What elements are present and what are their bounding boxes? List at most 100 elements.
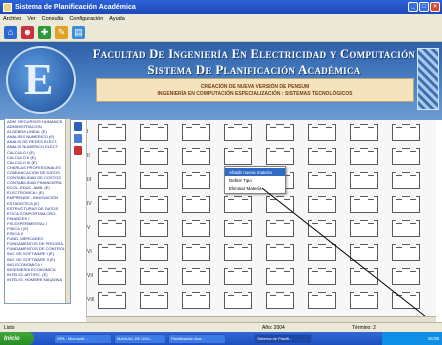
subject-slot[interactable] <box>224 268 252 285</box>
planning-grid <box>86 120 436 316</box>
subject-slot[interactable] <box>224 292 252 309</box>
context-add-subject[interactable]: Añadir nueva materia <box>225 168 285 176</box>
subject-slot[interactable] <box>140 148 168 165</box>
subject-slot[interactable] <box>98 268 126 285</box>
task-manual-usuario[interactable]: MANUAL DE USU... <box>114 333 166 344</box>
subject-slot[interactable] <box>140 196 168 213</box>
subject-slot[interactable] <box>182 220 210 237</box>
subjects-list-scrollbar[interactable] <box>65 119 70 303</box>
add-icon[interactable]: ✚ <box>38 26 51 39</box>
subject-slot[interactable] <box>308 244 336 261</box>
subject-slot[interactable] <box>350 196 378 213</box>
subject-slot[interactable] <box>392 172 420 189</box>
close-button[interactable]: × <box>430 2 440 12</box>
minimize-button[interactable]: _ <box>408 2 418 12</box>
subject-slot[interactable] <box>224 196 252 213</box>
semester-label: I <box>87 129 89 135</box>
subject-slot[interactable] <box>98 148 126 165</box>
subject-slot[interactable] <box>266 148 294 165</box>
book-icon[interactable] <box>74 134 82 143</box>
subject-slot[interactable] <box>182 148 210 165</box>
subject-list-item[interactable]: INTELIG. HOMBRE MAQUINA <box>5 277 70 282</box>
subject-slot[interactable] <box>308 124 336 141</box>
report-icon[interactable]: ▤ <box>72 26 85 39</box>
subject-slot[interactable] <box>350 268 378 285</box>
subject-slot[interactable] <box>308 172 336 189</box>
status-text: Listo <box>4 324 15 331</box>
subject-slot[interactable] <box>266 292 294 309</box>
subject-slot[interactable] <box>98 220 126 237</box>
toolbar: ⌂ ☻ ✚ ✎ ▤ <box>0 24 442 42</box>
subject-slot[interactable] <box>392 124 420 141</box>
menu-ayuda[interactable]: Ayuda <box>109 16 125 22</box>
subject-slot[interactable] <box>308 292 336 309</box>
menu-archivo[interactable]: Archivo <box>3 16 21 22</box>
subject-slot[interactable] <box>266 220 294 237</box>
subject-slot[interactable] <box>308 148 336 165</box>
task-planificacion[interactable]: Planificación Aca... <box>168 333 226 344</box>
subject-slot[interactable] <box>392 148 420 165</box>
subject-slot[interactable] <box>140 220 168 237</box>
subject-slot[interactable] <box>182 172 210 189</box>
subject-slot[interactable] <box>140 244 168 261</box>
person-icon[interactable] <box>74 122 82 131</box>
pensum-subtitle: CREACIÓN DE NUEVA VERSIÓN DE PENSUM INGE… <box>96 78 414 102</box>
subject-slot[interactable] <box>308 196 336 213</box>
subject-slot[interactable] <box>98 172 126 189</box>
semester-label: VIII <box>87 297 95 303</box>
subject-slot[interactable] <box>266 196 294 213</box>
subject-slot[interactable] <box>182 244 210 261</box>
subject-slot[interactable] <box>392 292 420 309</box>
subjects-list[interactable]: ADM. RECURSOS HUMANOS ADMINISTRACION ALGEB… <box>4 118 71 304</box>
subject-slot[interactable] <box>392 196 420 213</box>
subject-slot[interactable] <box>350 148 378 165</box>
subject-slot[interactable] <box>224 148 252 165</box>
subject-slot[interactable] <box>308 268 336 285</box>
home-icon[interactable]: ⌂ <box>4 26 17 39</box>
subject-slot[interactable] <box>98 124 126 141</box>
maximize-button[interactable]: □ <box>419 2 429 12</box>
subject-slot[interactable] <box>140 268 168 285</box>
task-spa-microsoft[interactable]: SPA - Microsoft ... <box>54 333 112 344</box>
subject-slot[interactable] <box>140 172 168 189</box>
subject-slot[interactable] <box>350 244 378 261</box>
menu-configuracion[interactable]: Configuración <box>69 16 103 22</box>
subject-slot[interactable] <box>224 220 252 237</box>
subject-slot[interactable] <box>98 196 126 213</box>
subject-slot[interactable] <box>266 244 294 261</box>
subject-slot[interactable] <box>182 268 210 285</box>
subject-slot[interactable] <box>350 172 378 189</box>
subject-slot[interactable] <box>350 292 378 309</box>
semester-label: VI <box>87 249 92 255</box>
subject-slot[interactable] <box>392 220 420 237</box>
context-define-type[interactable]: Definir Tipo <box>225 176 285 184</box>
delete-icon[interactable] <box>74 146 82 155</box>
subject-slot[interactable] <box>182 196 210 213</box>
semester-label: VII <box>87 273 94 279</box>
subject-slot[interactable] <box>308 220 336 237</box>
subject-slot[interactable] <box>266 124 294 141</box>
clock: 16:05 <box>427 336 439 341</box>
subject-slot[interactable] <box>182 124 210 141</box>
faculty-title: Facultad De Ingeniería En Electricidad y… <box>92 47 416 61</box>
subject-slot[interactable] <box>98 292 126 309</box>
edit-icon[interactable]: ✎ <box>55 26 68 39</box>
subject-slot[interactable] <box>224 244 252 261</box>
context-delete-subject[interactable]: Eliminar Materia <box>225 184 285 192</box>
menu-ver[interactable]: Ver <box>27 16 35 22</box>
task-sistema-planificacion[interactable]: Sistema de Planifi... <box>254 333 312 344</box>
subject-slot[interactable] <box>98 244 126 261</box>
start-button[interactable]: Inicio <box>0 332 34 345</box>
subject-slot[interactable] <box>224 124 252 141</box>
menu-consulta[interactable]: Consulta <box>42 16 64 22</box>
subject-slot[interactable] <box>350 220 378 237</box>
subject-slot[interactable] <box>140 292 168 309</box>
subject-slot[interactable] <box>140 124 168 141</box>
subject-slot[interactable] <box>392 268 420 285</box>
subject-slot[interactable] <box>350 124 378 141</box>
user-icon[interactable]: ☻ <box>21 26 34 39</box>
subject-slot[interactable] <box>392 244 420 261</box>
app-icon <box>3 2 12 12</box>
subject-slot[interactable] <box>266 268 294 285</box>
subject-slot[interactable] <box>182 292 210 309</box>
